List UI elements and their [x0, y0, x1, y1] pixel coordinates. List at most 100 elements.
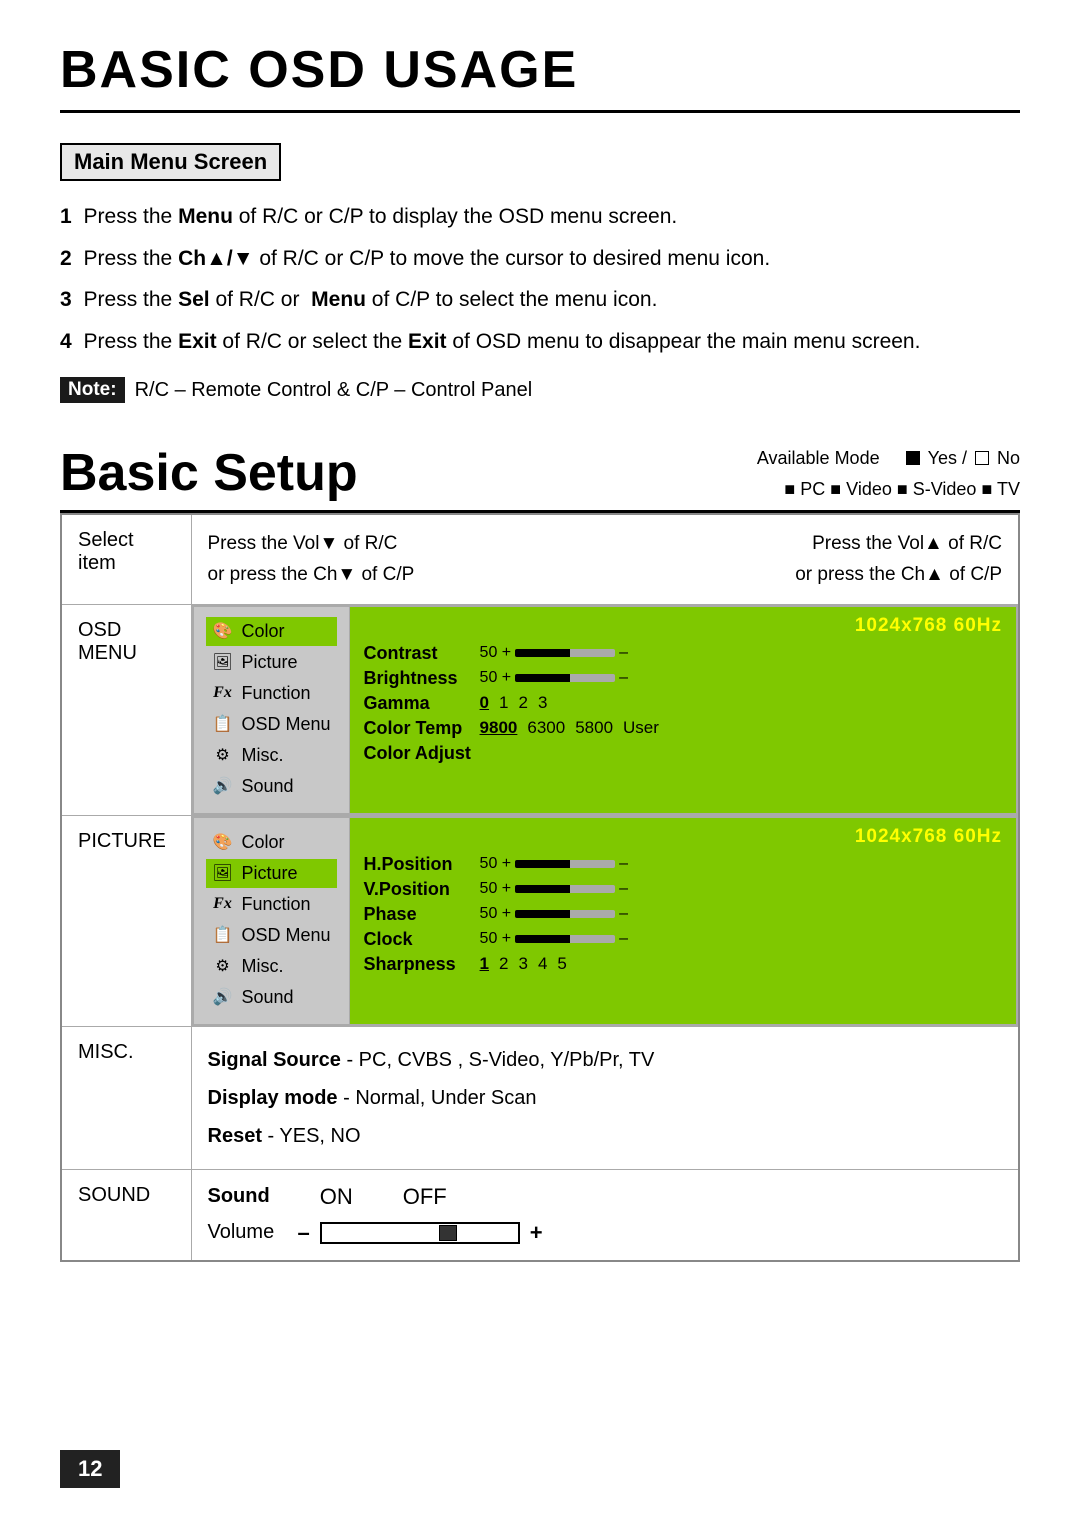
- osd-contrast: Contrast 50 + –: [364, 643, 1002, 664]
- mode-options: ■ PC ■ Video ■ S-Video ■ TV: [784, 474, 1020, 505]
- sharp-2: 2: [499, 954, 508, 974]
- misc-icon: ⚙: [212, 745, 234, 765]
- temp-5800: 5800: [575, 718, 613, 738]
- select-right-line1: Press the Vol▲ of R/C: [795, 529, 1002, 559]
- basic-setup-title: Basic Setup: [60, 443, 358, 503]
- vposition-minus: –: [619, 880, 628, 898]
- pic-item-function: Fx Function: [206, 890, 337, 919]
- osd-right-picture: 1024x768 60Hz H.Position 50 + –: [350, 818, 1016, 1024]
- misc-row: MISC. Signal Source - PC, CVBS , S-Video…: [61, 1026, 1019, 1169]
- temp-options: 9800 6300 5800 User: [480, 718, 659, 738]
- instruction-4: 4 Press the Exit of R/C or select the Ex…: [60, 326, 1020, 358]
- note-box: Note: R/C – Remote Control & C/P – Contr…: [60, 377, 1020, 403]
- misc-label: MISC.: [61, 1026, 191, 1169]
- sound-on: ON: [320, 1184, 353, 1210]
- clock-val: 50 +: [480, 930, 512, 948]
- color-temp-label: Color Temp: [364, 718, 474, 739]
- osd-color-temp: Color Temp 9800 6300 5800 User: [364, 718, 1002, 739]
- color-adjust-label: Color Adjust: [364, 743, 474, 764]
- display-mode-bold: Display mode: [208, 1087, 338, 1109]
- sharpness-label: Sharpness: [364, 954, 474, 975]
- instruction-num-3: 3: [60, 288, 72, 311]
- pic-color-icon: 🎨: [212, 832, 234, 852]
- hposition-bar: [515, 860, 615, 868]
- pic-item-color-label: Color: [242, 832, 285, 853]
- brightness-bar: [515, 674, 615, 682]
- sound-row1: Sound ON OFF: [208, 1184, 1003, 1210]
- misc-content-cell: Signal Source - PC, CVBS , S-Video, Y/Pb…: [191, 1026, 1019, 1169]
- pic-picture-icon: 🖼: [212, 863, 234, 883]
- osd-item-osdmenu-label: OSD Menu: [242, 714, 331, 735]
- osd-item-misc: ⚙ Misc.: [206, 741, 337, 770]
- misc-line3: Reset - YES, NO: [208, 1117, 1003, 1155]
- osd-right-color: 1024x768 60Hz Contrast 50 + – Br: [350, 607, 1016, 813]
- clock-minus: –: [619, 930, 628, 948]
- select-item-right: Press the Vol▲ of R/C or press the Ch▲ o…: [795, 529, 1002, 590]
- contrast-slider: 50 + –: [480, 644, 629, 662]
- osd-item-picture: 🖼 Picture: [206, 648, 337, 677]
- pic-item-misc: ⚙ Misc.: [206, 952, 337, 981]
- ch-keyword: Ch▲/▼: [178, 247, 253, 270]
- select-item-content: Press the Vol▼ of R/C or press the Ch▼ o…: [191, 514, 1019, 604]
- osd-item-picture-label: Picture: [242, 652, 298, 673]
- phase-label: Phase: [364, 904, 474, 925]
- brightness-label: Brightness: [364, 668, 474, 689]
- phase-minus: –: [619, 905, 628, 923]
- osd-outer-picture: 🎨 Color 🖼 Picture Fx Function: [192, 816, 1019, 1026]
- available-mode-row2: ■ PC ■ Video ■ S-Video ■ TV: [757, 474, 1020, 505]
- sel-keyword: Sel: [178, 288, 210, 311]
- no-label: No: [997, 443, 1020, 474]
- osd-item-sound-label: Sound: [242, 776, 294, 797]
- volume-plus-sign: +: [530, 1220, 543, 1246]
- osd-gamma: Gamma 0 1 2 3: [364, 693, 1002, 714]
- osd-header-picture: 1024x768 60Hz: [364, 826, 1002, 848]
- brightness-minus: –: [619, 669, 628, 687]
- instruction-1: 1 Press the Menu of R/C or C/P to displa…: [60, 201, 1020, 233]
- osd-menu-label: OSD MENU: [61, 604, 191, 815]
- instruction-2: 2 Press the Ch▲/▼ of R/C or C/P to move …: [60, 243, 1020, 275]
- setup-table: Select item Press the Vol▼ of R/C or pre…: [60, 513, 1020, 1262]
- contrast-label: Contrast: [364, 643, 474, 664]
- osd-item-color: 🎨 Color: [206, 617, 337, 646]
- yes-checkbox: [906, 451, 920, 465]
- hposition-slider: 50 + –: [480, 855, 629, 873]
- volume-thumb: [439, 1225, 457, 1241]
- menu-keyword-1: Menu: [178, 205, 233, 228]
- osd-outer-color: 🎨 Color 🖼 Picture Fx Function: [192, 605, 1019, 815]
- sound-label: Sound: [208, 1185, 270, 1208]
- note-label: Note:: [60, 377, 125, 403]
- gamma-options: 0 1 2 3: [480, 693, 548, 713]
- sound-off: OFF: [403, 1184, 447, 1210]
- contrast-val: 50 +: [480, 644, 512, 662]
- volume-track: [320, 1222, 520, 1244]
- picture-label: PICTURE: [61, 815, 191, 1026]
- osd-item-function: Fx Function: [206, 679, 337, 708]
- select-item-left: Press the Vol▼ of R/C or press the Ch▼ o…: [208, 529, 415, 590]
- select-item-label: Select item: [61, 514, 191, 604]
- misc-content: Signal Source - PC, CVBS , S-Video, Y/Pb…: [208, 1041, 1003, 1155]
- osd-clock: Clock 50 + –: [364, 929, 1002, 950]
- gamma-0: 0: [480, 693, 489, 713]
- page-number: 12: [60, 1450, 120, 1488]
- clock-bar: [515, 935, 615, 943]
- osd-item-misc-label: Misc.: [242, 745, 284, 766]
- pic-item-picture-label: Picture: [242, 863, 298, 884]
- osd-item-function-label: Function: [242, 683, 311, 704]
- pic-item-color: 🎨 Color: [206, 828, 337, 857]
- sharp-5: 5: [557, 954, 566, 974]
- temp-6300: 6300: [527, 718, 565, 738]
- yes-label: Yes /: [928, 443, 967, 474]
- sharp-3: 3: [518, 954, 527, 974]
- pic-item-sound-label: Sound: [242, 987, 294, 1008]
- osd-vposition: V.Position 50 + –: [364, 879, 1002, 900]
- pic-item-osdmenu-label: OSD Menu: [242, 925, 331, 946]
- picture-icon: 🖼: [212, 652, 234, 672]
- sharpness-options: 1 2 3 4 5: [480, 954, 567, 974]
- gamma-label: Gamma: [364, 693, 474, 714]
- menu-keyword-2: Menu: [311, 288, 366, 311]
- osd-header-color: 1024x768 60Hz: [364, 615, 1002, 637]
- osd-menu-content: 🎨 Color 🖼 Picture Fx Function: [191, 604, 1019, 815]
- brightness-slider: 50 + –: [480, 669, 629, 687]
- pic-osdmenu-icon: 📋: [212, 925, 234, 945]
- reset-bold: Reset: [208, 1125, 262, 1147]
